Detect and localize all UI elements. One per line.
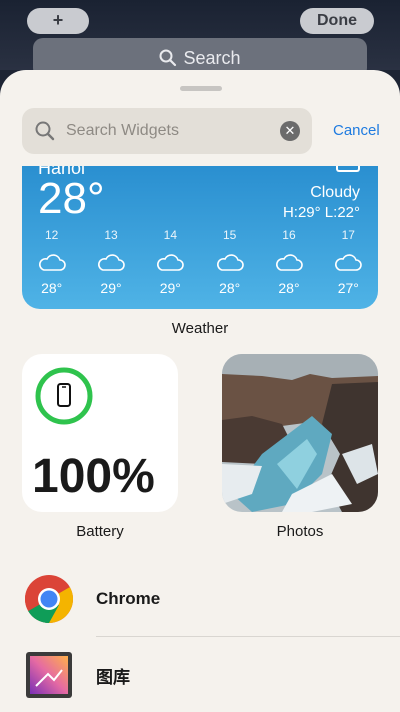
add-widget-button[interactable]: + — [27, 8, 89, 34]
battery-widget[interactable]: 100% — [22, 354, 178, 512]
battery-caption: Battery — [76, 523, 124, 540]
cloud-icon — [38, 254, 66, 271]
gallery-icon — [26, 652, 72, 698]
hourly-forecast: 12 28° 13 29° 14 29° 15 28° 16 28° 17 27… — [22, 228, 378, 296]
clear-search-icon[interactable]: ✕ — [280, 121, 300, 141]
forecast-temp: 29° — [100, 280, 122, 296]
weather-temperature: 28° — [38, 174, 105, 223]
widget-search-input[interactable]: Search Widgets — [66, 122, 280, 140]
cloud-icon — [275, 254, 303, 271]
forecast-hour: 16 28° — [259, 228, 318, 296]
search-icon — [159, 49, 177, 67]
forecast-hour-label: 17 — [341, 228, 355, 242]
sheet-grabber[interactable] — [180, 86, 222, 91]
weather-condition: Cloudy — [310, 184, 360, 201]
weather-caption: Weather — [171, 320, 229, 337]
forecast-hour-label: 12 — [44, 228, 59, 242]
cloud-icon — [97, 254, 125, 271]
photos-caption: Photos — [276, 523, 324, 540]
chrome-icon — [24, 575, 74, 623]
forecast-temp: 28° — [278, 280, 300, 296]
list-divider — [96, 636, 400, 637]
forecast-hour-label: 16 — [282, 228, 296, 242]
forecast-temp: 29° — [159, 280, 181, 296]
forecast-hour: 13 29° — [81, 228, 140, 296]
cloud-icon — [157, 254, 185, 271]
landscape-photo — [222, 354, 378, 512]
forecast-hour-label: 13 — [104, 228, 118, 242]
forecast-hour: 12 28° — [22, 228, 81, 296]
forecast-temp: 28° — [219, 280, 241, 296]
widget-search-field[interactable]: Search Widgets ✕ — [22, 108, 312, 154]
search-icon — [35, 121, 55, 141]
cancel-button[interactable]: Cancel — [333, 122, 380, 139]
forecast-hour: 14 29° — [141, 228, 200, 296]
battery-ring-icon — [35, 367, 93, 425]
forecast-temp: 27° — [337, 280, 359, 296]
weather-hi-lo: H:29° L:22° — [282, 204, 360, 221]
forecast-hour-label: 14 — [163, 228, 177, 242]
photos-widget[interactable] — [222, 354, 378, 512]
app-name: 图库 — [96, 667, 130, 687]
weather-condition-icon — [336, 166, 360, 172]
home-search-label: Search — [183, 47, 241, 68]
forecast-hour: 15 28° — [200, 228, 259, 296]
app-name: Chrome — [96, 589, 161, 608]
battery-percentage: 100% — [32, 450, 155, 503]
widget-picker-sheet: Search Widgets ✕ Cancel Hanoi 28° Cloudy… — [0, 70, 400, 712]
done-button[interactable]: Done — [300, 8, 374, 34]
app-list-item[interactable]: 图库 — [0, 645, 400, 705]
cloud-icon — [335, 254, 363, 271]
forecast-temp: 28° — [41, 280, 63, 296]
cloud-icon — [216, 254, 244, 271]
forecast-hour-label: 15 — [222, 228, 237, 242]
weather-widget[interactable]: Hanoi 28° Cloudy H:29° L:22° 12 28° 13 2… — [22, 166, 378, 309]
app-list-item[interactable]: Chrome — [0, 569, 400, 629]
forecast-hour: 17 27° — [319, 228, 378, 296]
